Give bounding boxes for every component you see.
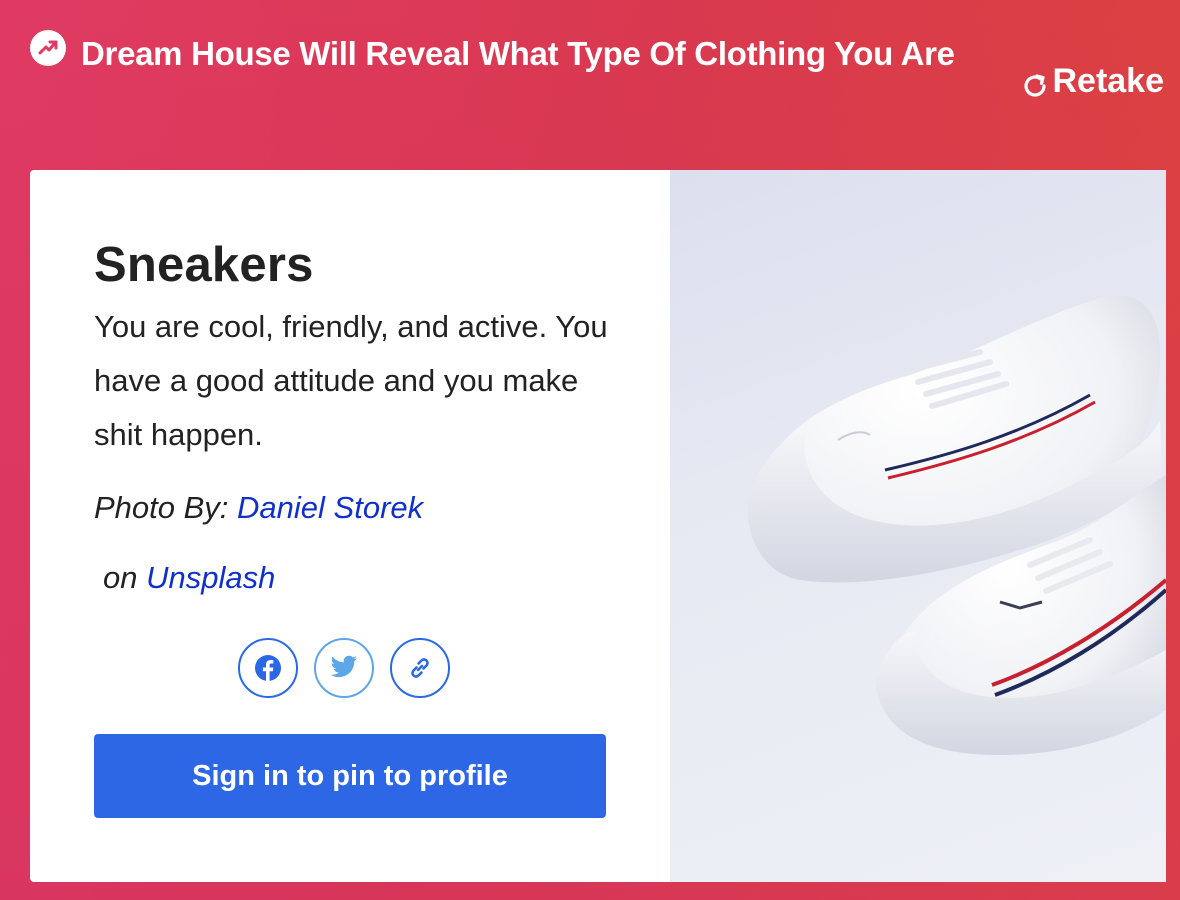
result-text: Sneakers You are cool, friendly, and act… xyxy=(94,230,614,462)
trending-icon xyxy=(30,30,66,66)
quiz-title: Dream House Will Reveal What Type Of Clo… xyxy=(81,35,955,72)
photo-credit: Photo By: Daniel Storek xyxy=(94,486,423,530)
unsplash-link[interactable]: Unsplash xyxy=(146,560,275,595)
refresh-icon xyxy=(1024,73,1047,97)
copy-link-button[interactable] xyxy=(390,638,450,698)
link-icon xyxy=(411,658,429,678)
retake-label: Retake xyxy=(1052,62,1164,100)
twitter-icon xyxy=(330,655,357,678)
retake-button[interactable]: Retake xyxy=(1020,62,1164,101)
on-label: on xyxy=(103,560,138,595)
result-title: Sneakers xyxy=(94,238,314,292)
quiz-header: Dream House Will Reveal What Type Of Clo… xyxy=(0,0,1180,170)
share-buttons xyxy=(238,638,450,698)
facebook-share-button[interactable] xyxy=(238,638,298,698)
photo-source: on Unsplash xyxy=(103,556,275,600)
sign-in-pin-button[interactable]: Sign in to pin to profile xyxy=(94,734,606,818)
sneakers-photo xyxy=(670,170,1166,882)
photographer-link[interactable]: Daniel Storek xyxy=(237,490,423,525)
facebook-icon xyxy=(255,655,281,681)
result-card: Sneakers You are cool, friendly, and act… xyxy=(30,170,1166,882)
result-description: You are cool, friendly, and active. You … xyxy=(94,309,608,452)
twitter-share-button[interactable] xyxy=(314,638,374,698)
photo-by-label: Photo By: xyxy=(94,490,229,525)
